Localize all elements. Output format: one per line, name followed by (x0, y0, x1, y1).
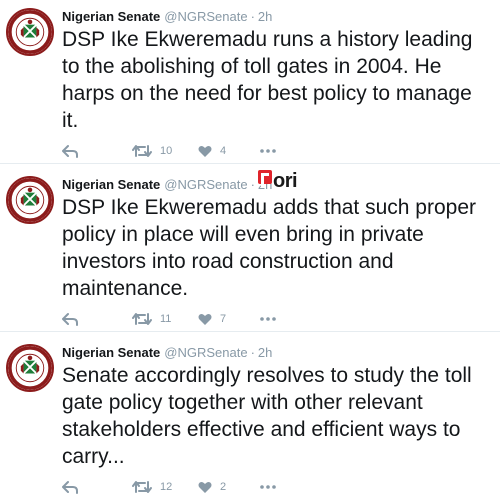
separator: · (250, 9, 255, 24)
tweet-actions: 11 7 (62, 310, 322, 328)
like-count: 2 (220, 481, 227, 493)
tweet-text: DSP Ike Ekweremadu runs a history leadin… (62, 28, 473, 132)
more-icon (260, 149, 276, 153)
tweet[interactable]: Nigerian Senate @NGRSenate · 2h DSP Ike Ekw… (0, 0, 500, 164)
avatar[interactable] (6, 344, 54, 392)
heart-icon (198, 313, 212, 325)
tweet[interactable]: Nigerian Senate @NGRSenate · 2h Senate acco… (0, 332, 500, 500)
site-watermark: ori (258, 170, 298, 192)
author-name[interactable]: Nigerian Senate (62, 345, 160, 360)
more-icon (260, 317, 276, 321)
author-handle[interactable]: @NGRSenate (164, 177, 247, 192)
tweet-actions: 10 4 (62, 142, 322, 160)
retweet-button[interactable]: 12 (132, 478, 172, 496)
separator: · (250, 345, 255, 360)
tweet-header: Nigerian Senate @NGRSenate · 2h (62, 8, 272, 26)
reply-icon (62, 145, 78, 158)
more-button[interactable] (260, 142, 276, 160)
timestamp[interactable]: 2h (258, 345, 272, 360)
retweet-button[interactable]: 10 (132, 142, 172, 160)
avatar[interactable] (6, 8, 54, 56)
reply-button[interactable] (62, 478, 78, 496)
author-handle[interactable]: @NGRSenate (164, 345, 247, 360)
tweet-header: Nigerian Senate @NGRSenate · 2h (62, 176, 272, 194)
author-name[interactable]: Nigerian Senate (62, 177, 160, 192)
tweet[interactable]: Nigerian Senate @NGRSenate · 2h DSP Ike Ekw… (0, 164, 500, 332)
reply-icon (62, 481, 78, 494)
retweet-count: 12 (160, 481, 173, 493)
like-button[interactable]: 4 (198, 142, 226, 160)
senate-seal-icon (8, 10, 52, 54)
watermark-logo-icon (258, 170, 272, 188)
retweet-icon (132, 481, 152, 493)
reply-button[interactable] (62, 310, 78, 328)
reply-button[interactable] (62, 142, 78, 160)
like-button[interactable]: 2 (198, 478, 226, 496)
retweet-icon (132, 145, 152, 157)
avatar[interactable] (6, 176, 54, 224)
senate-seal-icon (8, 178, 52, 222)
tweet-actions: 12 2 (62, 478, 322, 496)
retweet-button[interactable]: 11 (132, 310, 171, 328)
watermark-text: ori (273, 170, 298, 192)
reply-icon (62, 313, 78, 326)
timestamp[interactable]: 2h (258, 9, 272, 24)
retweet-icon (132, 313, 152, 325)
tweet-text: Senate accordingly resolves to study the… (62, 364, 472, 468)
retweet-count: 10 (160, 145, 173, 157)
separator: · (250, 177, 255, 192)
tweet-text: DSP Ike Ekweremadu adds that such proper… (62, 196, 477, 300)
author-name[interactable]: Nigerian Senate (62, 9, 160, 24)
tweet-feed: Nigerian Senate @NGRSenate · 2h DSP Ike Ekw… (0, 0, 500, 500)
heart-icon (198, 481, 212, 493)
senate-seal-icon (8, 346, 52, 390)
like-button[interactable]: 7 (198, 310, 226, 328)
author-handle[interactable]: @NGRSenate (164, 9, 247, 24)
more-icon (260, 485, 276, 489)
like-count: 4 (220, 145, 227, 157)
more-button[interactable] (260, 310, 276, 328)
like-count: 7 (220, 313, 227, 325)
more-button[interactable] (260, 478, 276, 496)
heart-icon (198, 145, 212, 157)
retweet-count: 11 (160, 313, 172, 325)
tweet-header: Nigerian Senate @NGRSenate · 2h (62, 344, 272, 362)
